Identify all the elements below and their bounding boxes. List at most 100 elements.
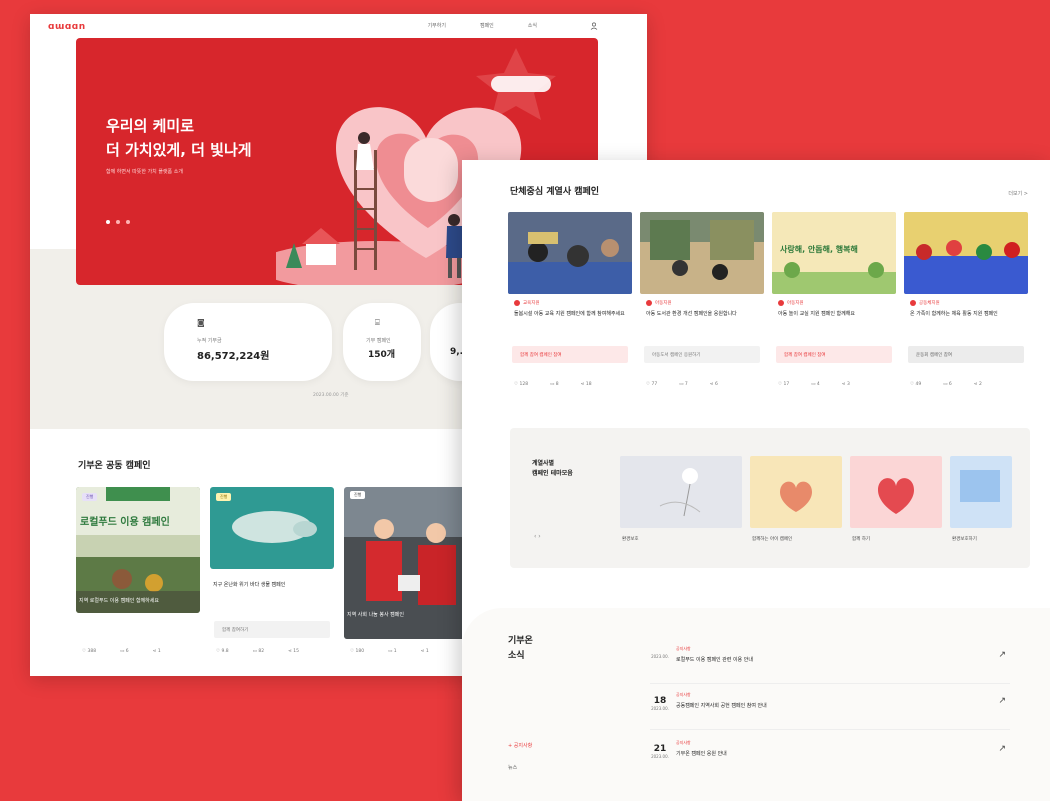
stat-label: 누적 기부금 [197, 338, 222, 344]
card-description: 돌봄시설 아동 교육 지원 캠페인에 함께 참여해주세요 [514, 311, 625, 317]
news-row[interactable]: 2023.00. 공지사항 로컬푸드 이용 캠페인 관련 이용 안내 ↗ [650, 646, 1010, 684]
like-count[interactable]: ♡ 180 [350, 649, 364, 654]
like-count[interactable]: ♡ 49 [910, 382, 921, 387]
share-count[interactable]: ⋖ 1 [421, 649, 429, 654]
logo[interactable]: ɑɯɑɑn [48, 22, 86, 32]
news-row[interactable]: 18 2023.00. 공지사항 공동캠페인 지역사회 공헌 캠페인 참여 안내 … [650, 692, 1010, 730]
arrow-up-right-icon[interactable]: ↗ [998, 744, 1006, 754]
share-count[interactable]: ⋖ 6 [710, 382, 718, 387]
card-text: 지구 온난화 위기 바다 생물 캠페인 [213, 582, 286, 588]
news-text: 기부온 캠페인 응원 안내 [676, 751, 727, 757]
share-count[interactable]: ⋖ 15 [288, 649, 299, 654]
card-stats: ♡ 77 ▭ 7 ⋖ 6 [646, 382, 718, 387]
theme-card[interactable] [620, 456, 742, 528]
nav-item-campaign[interactable]: 캠페인 [480, 22, 494, 29]
card-stats: ♡ 17 ▭ 4 ⋖ 3 [778, 382, 850, 387]
campaign-card[interactable]: 진행 로컬푸드 이용 캠페인 지역 로컬푸드 이용 캠페인 함께하세요 ♡ 38… [76, 487, 200, 661]
section-title: 단체중심 계열사 캠페인 [510, 187, 600, 197]
comment-count[interactable]: ▭ 82 [253, 649, 264, 654]
share-count[interactable]: ⋖ 1 [153, 649, 161, 654]
campaign-card[interactable]: 사랑해, 안돕해, 행복해 아동지원 아동 놀이 교실 지원 캠페인 함께해요 … [772, 212, 896, 392]
comment-count[interactable]: ▭ 6 [120, 649, 129, 654]
like-count[interactable]: ♡ 9.8 [216, 649, 229, 654]
status-badge: 진행 [216, 493, 232, 501]
nav-item-news[interactable]: 소식 [528, 22, 537, 29]
card-text: 지역 사회 나눔 봉사 캠페인 [347, 612, 404, 618]
divider [650, 683, 1010, 684]
campaign-image [76, 487, 200, 613]
card-text: 지역 로컬푸드 이용 캠페인 함께하세요 [79, 598, 159, 604]
card-banner: 사랑해, 안돕해, 행복해 [780, 245, 858, 254]
stat-card-total: ◙ 누적 기부금 86,572,224원 [164, 303, 332, 381]
participate-bar[interactable]: 아동도서 캠페인 응원하기 [644, 346, 760, 363]
comment-count[interactable]: ▭ 7 [679, 382, 688, 387]
campaign-page-window: 단체중심 계열사 캠페인 더보기 > 교육지원 돌봄시설 아동 교육 지원 캠페… [462, 160, 1050, 801]
card-stats: ♡ 9.8 ▭ 82 ⋖ 15 [216, 649, 299, 654]
theme-label: 함께하는 아이 캠페인 [752, 537, 793, 542]
more-link[interactable]: 더보기 > [1008, 190, 1028, 197]
stats-note: 2023.00.00 기준 [313, 393, 349, 398]
carousel-dots[interactable] [106, 220, 130, 224]
campaign-card[interactable]: 공동체지원 온 가족이 함께하는 체육 활동 지원 캠페인 운동회 캠페인 참여… [904, 212, 1028, 392]
campaign-card[interactable]: 진행 지구 온난화 위기 바다 생물 캠페인 함께 참여하기 ♡ 9.8 ▭ 8… [210, 487, 334, 661]
like-count[interactable]: ♡ 388 [82, 649, 96, 654]
news-tag: 공지사항 [676, 646, 691, 651]
divider [650, 729, 1010, 730]
hero-title: 우리의 케미로 더 가치있게, 더 빛나게 [106, 117, 252, 159]
theme-card[interactable] [950, 456, 1012, 528]
participate-bar[interactable]: 함께 참여하기 [214, 621, 330, 638]
stat-value: 86,572,224원 [197, 351, 270, 362]
participate-bar[interactable]: 운동회 캠페인 참여 [908, 346, 1024, 363]
share-count[interactable]: ⋖ 2 [974, 382, 982, 387]
theme-card[interactable] [750, 456, 842, 528]
section-title: 기부온 공동 캠페인 [78, 461, 151, 471]
like-count[interactable]: ♡ 77 [646, 382, 657, 387]
participate-bar[interactable]: 함께 참여 캠페인 참여 [776, 346, 892, 363]
stat-value: 150개 [368, 350, 396, 360]
category-label: 교육지원 [514, 300, 540, 306]
campaign-card[interactable]: 교육지원 돌봄시설 아동 교육 지원 캠페인에 함께 참여해주세요 함께 참여 … [508, 212, 632, 392]
share-count[interactable]: ⋖ 18 [581, 382, 592, 387]
category-icon [514, 300, 520, 306]
nav-item-donate[interactable]: 기부하기 [428, 22, 446, 29]
category-label: 아동지원 [646, 300, 672, 306]
news-text: 로컬푸드 이용 캠페인 관련 이용 안내 [676, 657, 753, 663]
like-count[interactable]: ♡ 17 [778, 382, 789, 387]
carousel-dot[interactable] [126, 220, 130, 224]
card-banner: 로컬푸드 이용 캠페인 [80, 517, 170, 528]
carousel-dot[interactable] [116, 220, 120, 224]
user-icon[interactable] [587, 19, 601, 33]
notice-link[interactable]: + 공지사항 [508, 742, 532, 749]
comment-count[interactable]: ▭ 4 [811, 382, 820, 387]
like-count[interactable]: ♡ 128 [514, 382, 528, 387]
comment-count[interactable]: ▭ 6 [943, 382, 952, 387]
carousel-dot[interactable] [106, 220, 110, 224]
category-label: 아동지원 [778, 300, 804, 306]
category-icon [910, 300, 916, 306]
campaign-card[interactable]: 진행 지역 사회 나눔 봉사 캠페인 ♡ 180 ▭ 1 ⋖ 1 [344, 487, 468, 661]
stat-label: 기부 캠페인 [366, 338, 391, 344]
card-stats: ♡ 49 ▭ 6 ⋖ 2 [910, 382, 982, 387]
campaign-image [904, 212, 1028, 294]
news-date: 21 2023.00. [651, 744, 669, 759]
news-text: 공동캠페인 지역사회 공헌 캠페인 참여 안내 [676, 703, 767, 709]
stat-card-campaigns: ⌸ 기부 캠페인 150개 [343, 303, 421, 381]
campaign-image [508, 212, 632, 294]
news-row[interactable]: 21 2023.00. 공지사항 기부온 캠페인 응원 안내 ↗ [650, 740, 1010, 770]
news-link[interactable]: 뉴스 [508, 764, 517, 771]
carousel-arrows[interactable]: ‹ › [534, 533, 541, 540]
status-badge: 진행 [82, 493, 98, 501]
comment-count[interactable]: ▭ 1 [388, 649, 397, 654]
news-tag: 공지사항 [676, 740, 691, 745]
campaign-card[interactable]: 아동지원 아동 도서관 환경 개선 캠페인을 응원합니다 아동도서 캠페인 응원… [640, 212, 764, 392]
theme-card[interactable] [850, 456, 942, 528]
card-stats: ♡ 128 ▭ 8 ⋖ 18 [514, 382, 592, 387]
theme-label: 환경보호 [622, 537, 639, 542]
participate-bar[interactable]: 함께 참여 캠페인 참여 [512, 346, 628, 363]
arrow-up-right-icon[interactable]: ↗ [998, 696, 1006, 706]
status-badge: 진행 [350, 491, 366, 499]
share-count[interactable]: ⋖ 3 [842, 382, 850, 387]
arrow-up-right-icon[interactable]: ↗ [998, 650, 1006, 660]
news-date: 2023.00. [651, 654, 669, 659]
comment-count[interactable]: ▭ 8 [550, 382, 559, 387]
